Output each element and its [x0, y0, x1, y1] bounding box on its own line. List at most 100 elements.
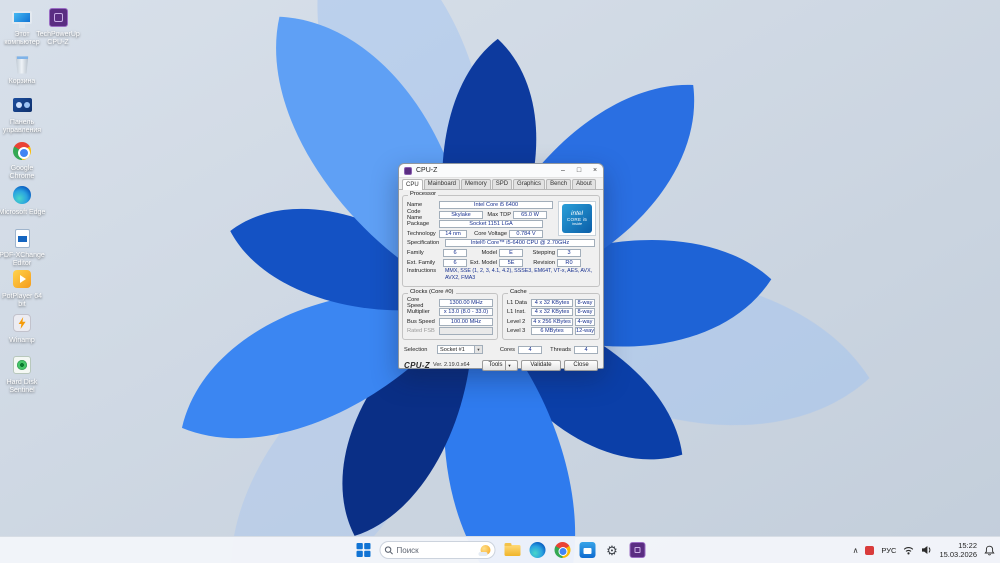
- weather-icon[interactable]: [478, 545, 491, 556]
- specification-value: Intel® Core™ i5-6400 CPU @ 2.70GHz: [445, 239, 595, 248]
- rated-fsb-label: Rated FSB: [407, 328, 435, 335]
- tab-memory[interactable]: Memory: [461, 179, 491, 189]
- tray-expand-chevron-icon[interactable]: ∧: [853, 546, 859, 555]
- l1-inst-label: L1 Inst.: [507, 309, 526, 316]
- notification-bell-icon[interactable]: [984, 545, 995, 556]
- chevron-down-icon: ▼: [474, 346, 482, 354]
- tab-about[interactable]: About: [572, 179, 596, 189]
- cpuz-logo: CPU-Z: [404, 360, 430, 370]
- desktop-icon-label: Панель управления: [2, 119, 42, 135]
- tab-cpu[interactable]: CPU: [402, 179, 423, 190]
- settings-button[interactable]: ⚙: [604, 542, 621, 559]
- cache-group-label: Cache: [508, 288, 529, 296]
- close-button[interactable]: Close: [564, 359, 598, 371]
- gear-icon: ⚙: [606, 542, 618, 558]
- start-button[interactable]: [355, 542, 372, 559]
- tray-app-icon[interactable]: [865, 545, 875, 555]
- file-explorer-button[interactable]: [504, 542, 521, 559]
- desktop-icon-control-panel[interactable]: Панель управления: [0, 93, 47, 136]
- threads-label: Threads: [550, 346, 571, 353]
- selection-row: Selection Socket #1 ▼ Cores 4 Threads 4: [404, 345, 598, 355]
- cpuz-taskbar-button[interactable]: [629, 542, 646, 559]
- l1-inst-size: 4 x 32 KBytes: [531, 308, 573, 317]
- desktop-icon-chrome[interactable]: Google Chrome: [0, 139, 47, 182]
- multiplier-value: x 13.0 (8.0 - 33.0): [439, 308, 493, 317]
- recycle-bin-icon: [10, 52, 34, 76]
- max-tdp-value: 65.0 W: [513, 210, 547, 219]
- edge-icon: [10, 183, 34, 207]
- ext-model-value: 5E: [499, 258, 523, 267]
- maximize-button[interactable]: □: [571, 164, 587, 177]
- desktop-icon-cpuz[interactable]: TechPowerUp CPU-Z: [33, 5, 83, 48]
- badge-line2: inside: [572, 222, 582, 227]
- processor-group: Processor intel CORE i5 inside Name Inte…: [402, 191, 600, 287]
- language-indicator[interactable]: РУС: [881, 546, 896, 555]
- chrome-button[interactable]: [554, 542, 571, 559]
- desktop-icon-recycle-bin[interactable]: Корзина: [0, 52, 47, 86]
- windows-logo-icon: [356, 543, 370, 557]
- desktop-icon-label: Winamp: [9, 337, 35, 344]
- bus-speed-value: 100.00 MHz: [439, 317, 493, 326]
- tools-button[interactable]: Tools ▼: [482, 359, 518, 371]
- socket-select-value: Socket #1: [440, 346, 465, 353]
- desktop: Этот компьютер TechPowerUp CPU-Z Корзина…: [0, 0, 1000, 563]
- clocks-group: Clocks (Core #0) Core Speed 1300.00 MHz …: [402, 289, 498, 340]
- cores-label: Cores: [499, 346, 515, 353]
- pdf-editor-icon: [10, 226, 34, 250]
- folder-icon: [504, 542, 520, 556]
- selection-label: Selection: [404, 346, 428, 353]
- desktop-icon-potplayer[interactable]: PotPlayer 64 bit: [0, 267, 47, 310]
- version-text: Ver. 2.19.0.x64: [432, 362, 470, 369]
- family-value: 6: [443, 248, 467, 257]
- validate-button[interactable]: Validate: [521, 359, 561, 371]
- l3-size: 6 MBytes: [531, 327, 573, 336]
- revision-label: Revision: [533, 259, 555, 266]
- cpuz-titlebar[interactable]: CPU-Z – □ ×: [399, 164, 603, 178]
- tab-spd[interactable]: SPD: [491, 179, 513, 189]
- edge-button[interactable]: [529, 542, 546, 559]
- close-button-label: Close: [573, 362, 589, 369]
- model-value: E: [499, 248, 523, 257]
- ext-family-label: Ext. Family: [407, 259, 436, 266]
- name-value: Intel Core i5 6400: [439, 201, 553, 209]
- tab-graphics[interactable]: Graphics: [513, 179, 546, 189]
- volume-icon[interactable]: [921, 545, 932, 555]
- desktop-icon-label: Корзина: [8, 78, 36, 85]
- hd-sentinel-icon: [10, 353, 34, 377]
- socket-select[interactable]: Socket #1 ▼: [437, 345, 483, 355]
- name-label: Name: [407, 202, 423, 208]
- stepping-label: Stepping: [532, 249, 555, 256]
- store-button[interactable]: [579, 542, 596, 559]
- clock[interactable]: 15:22 15.03.2026: [939, 541, 977, 560]
- intel-core-i5-badge: intel CORE i5 inside: [558, 201, 596, 236]
- chrome-icon: [554, 542, 570, 558]
- tab-mainboard[interactable]: Mainboard: [423, 179, 461, 189]
- technology-value: 14 nm: [439, 229, 467, 238]
- desktop-icon-edge[interactable]: Microsoft Edge: [0, 183, 47, 217]
- code-name-value: Skylake: [439, 210, 483, 219]
- multiplier-label: Multiplier: [407, 309, 430, 316]
- core-speed-label: Core Speed: [407, 296, 424, 309]
- desktop-icon-label: Google Chrome: [9, 165, 35, 181]
- search-placeholder: Поиск: [396, 545, 419, 555]
- tab-bench[interactable]: Bench: [546, 179, 572, 189]
- desktop-icon-winamp[interactable]: Winamp: [0, 311, 47, 345]
- desktop-icon-label: Hard Disk Sentinel: [6, 379, 38, 395]
- close-icon[interactable]: ×: [587, 164, 603, 177]
- clock-date: 15.03.2026: [939, 550, 977, 559]
- search-input[interactable]: Поиск: [379, 541, 496, 559]
- l1-inst-ways: 8-way: [575, 308, 595, 317]
- desktop-icon-hd-sentinel[interactable]: Hard Disk Sentinel: [0, 353, 47, 396]
- cpuz-app-icon: [404, 166, 412, 175]
- wifi-icon[interactable]: [903, 545, 914, 555]
- desktop-icon-label: PotPlayer 64 bit: [1, 293, 43, 309]
- ext-family-value: 6: [443, 258, 467, 267]
- core-voltage-value: 0.784 V: [509, 229, 543, 238]
- minimize-button[interactable]: –: [555, 164, 571, 177]
- stepping-value: 3: [557, 248, 581, 257]
- instructions-label: Instructions: [407, 268, 437, 275]
- desktop-icon-pdf-editor[interactable]: PDF-XChange Editor: [0, 226, 47, 269]
- window-title: CPU-Z: [416, 167, 438, 174]
- tools-button-label: Tools: [488, 362, 503, 369]
- search-icon: [384, 545, 393, 554]
